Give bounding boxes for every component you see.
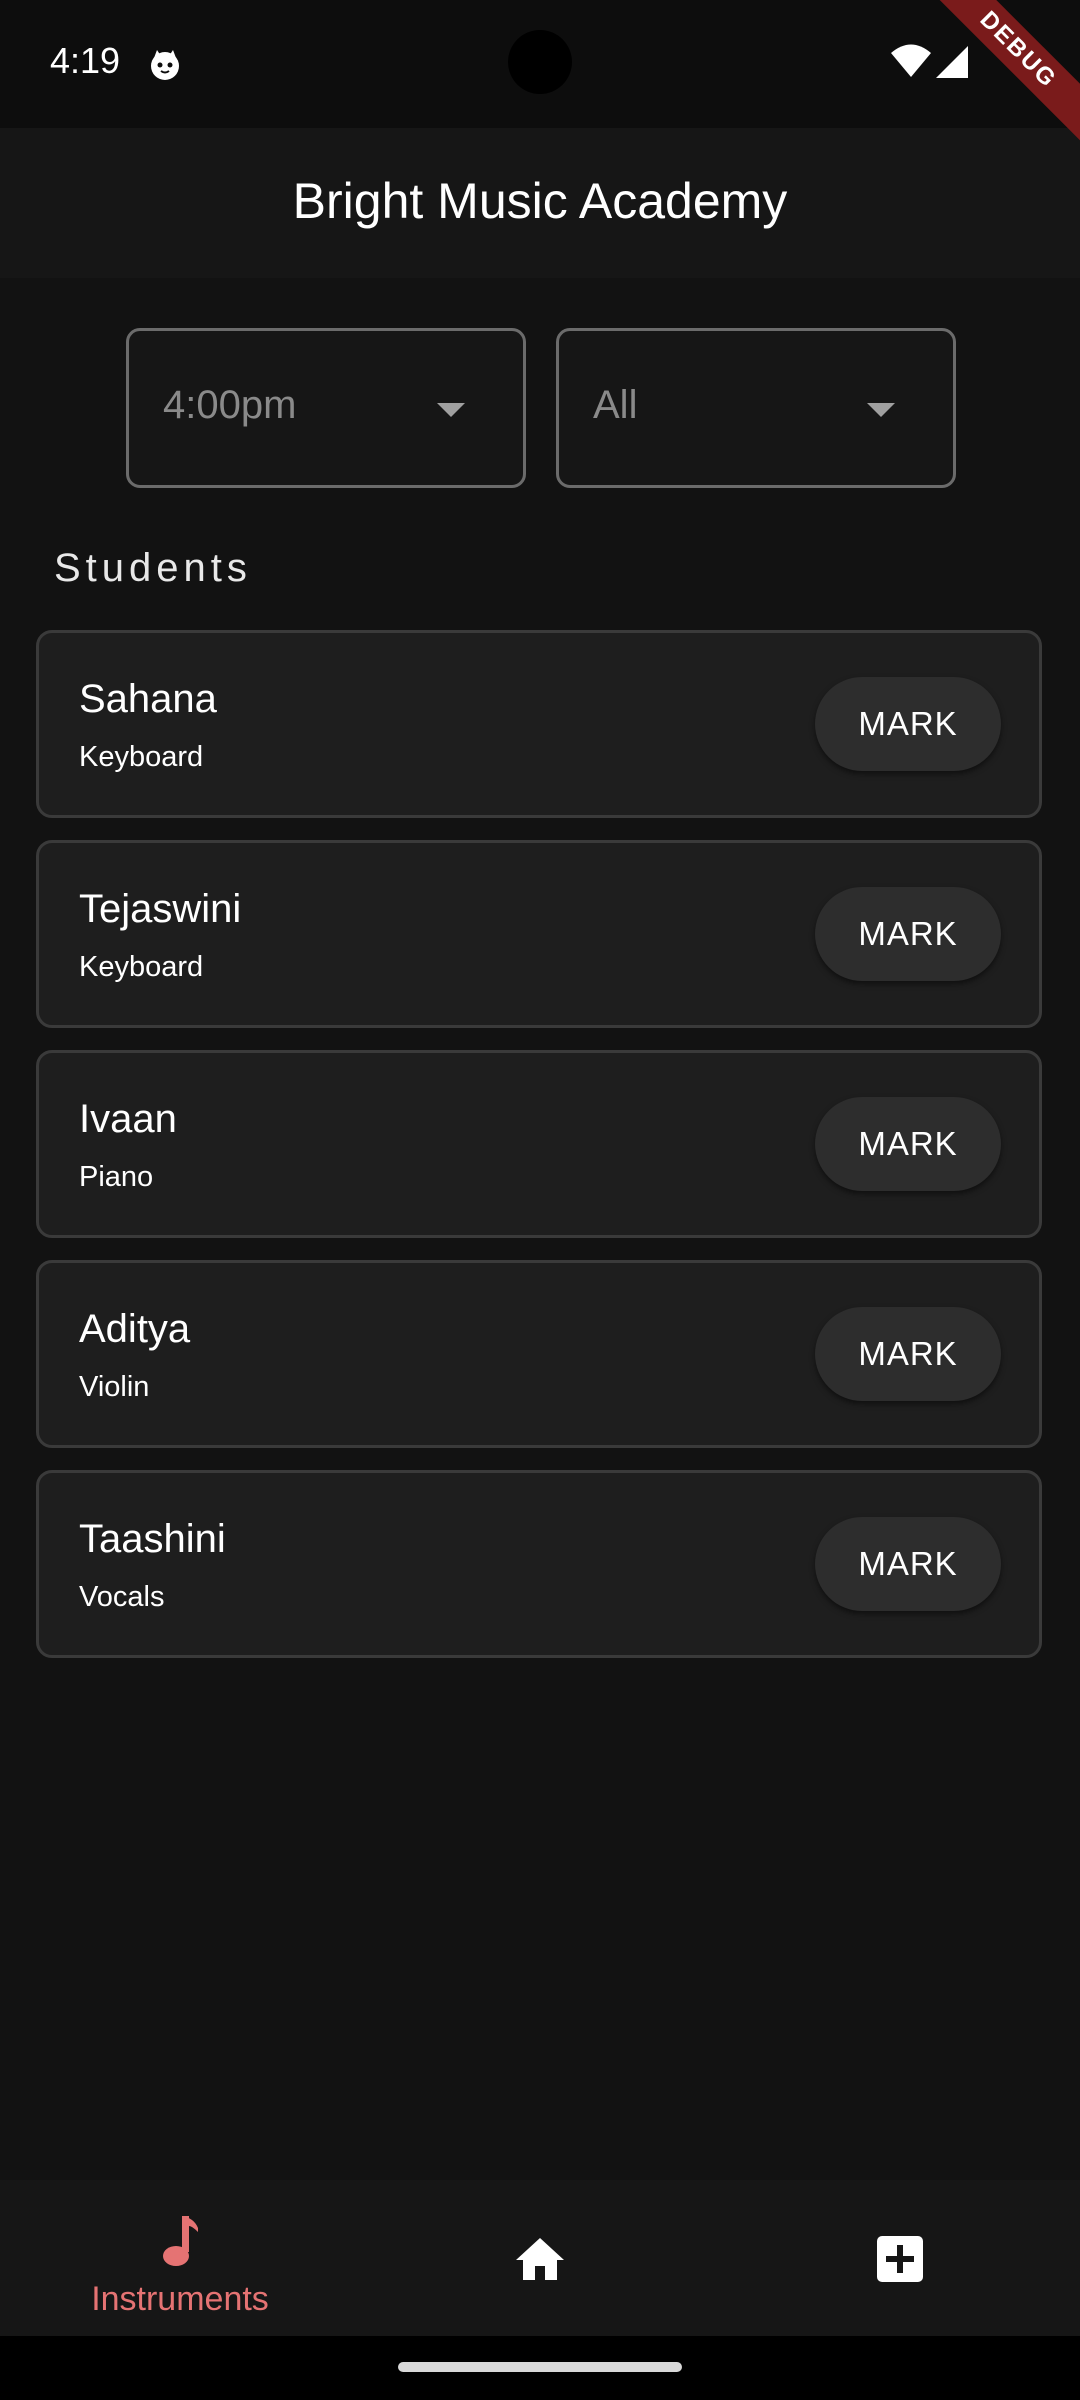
time-dropdown[interactable]: 4:00pm: [126, 328, 526, 488]
status-bar: 4:19: [0, 0, 1080, 128]
student-instrument: Piano: [79, 1161, 154, 1193]
mark-button[interactable]: MARK: [815, 1307, 1001, 1401]
student-list: Sahana Keyboard MARK Tejaswini Keyboard …: [36, 630, 1044, 1680]
camera-cutout: [508, 30, 572, 94]
instrument-filter-value: All: [593, 383, 638, 427]
gesture-handle[interactable]: [398, 2362, 682, 2372]
mark-button[interactable]: MARK: [815, 1097, 1001, 1191]
student-instrument: Keyboard: [79, 741, 204, 773]
student-card: Ivaan Piano MARK: [36, 1050, 1042, 1238]
nav-item-add[interactable]: [720, 2180, 1080, 2336]
nav-item-instruments[interactable]: Instruments: [0, 2180, 360, 2336]
page-title: Bright Music Academy: [292, 173, 788, 229]
music-note-icon: [163, 2216, 198, 2266]
student-name: Taashini: [79, 1517, 226, 1561]
students-section-title: Students: [54, 546, 252, 590]
nav-item-home[interactable]: [360, 2180, 720, 2336]
cat-notification-icon: [151, 50, 179, 80]
student-name: Ivaan: [79, 1097, 177, 1141]
instrument-filter-dropdown[interactable]: All: [556, 328, 956, 488]
bottom-navigation: Instruments: [0, 2180, 1080, 2336]
mark-button[interactable]: MARK: [815, 887, 1001, 981]
add-box-icon: [877, 2236, 923, 2282]
student-name: Tejaswini: [79, 887, 242, 931]
student-instrument: Vocals: [79, 1581, 165, 1613]
student-name: Aditya: [79, 1307, 191, 1351]
home-icon: [516, 2238, 564, 2280]
dropdown-arrow-icon: [867, 403, 895, 417]
student-card: Tejaswini Keyboard MARK: [36, 840, 1042, 1028]
student-instrument: Keyboard: [79, 951, 204, 983]
student-name: Sahana: [79, 677, 217, 721]
app-bar: Bright Music Academy: [0, 128, 1080, 278]
student-card: Sahana Keyboard MARK: [36, 630, 1042, 818]
mark-button[interactable]: MARK: [815, 1517, 1001, 1611]
student-card: Taashini Vocals MARK: [36, 1470, 1042, 1658]
student-instrument: Violin: [79, 1371, 150, 1403]
cell-signal-icon: [936, 46, 968, 78]
dropdown-arrow-icon: [437, 403, 465, 417]
nav-label-instruments: Instruments: [91, 2280, 269, 2318]
student-card: Aditya Violin MARK: [36, 1260, 1042, 1448]
status-time: 4:19: [50, 40, 121, 81]
mark-button[interactable]: MARK: [815, 677, 1001, 771]
wifi-icon: [891, 44, 931, 77]
time-dropdown-value: 4:00pm: [163, 383, 297, 427]
